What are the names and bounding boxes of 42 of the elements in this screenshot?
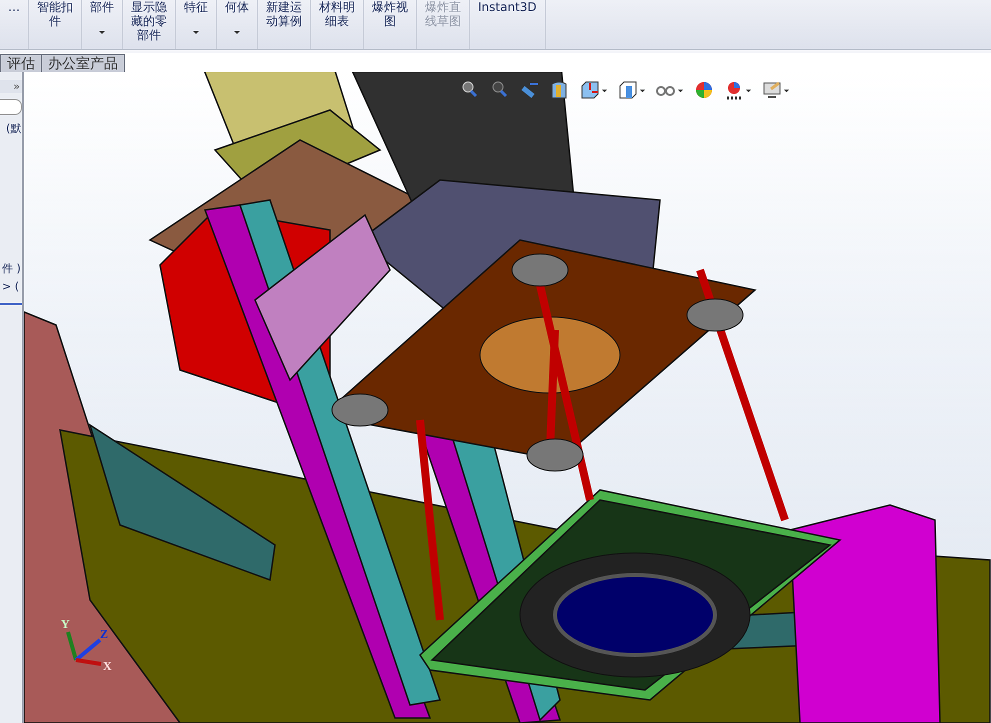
zoom-area-icon [490,80,510,100]
caret-icon [745,86,752,94]
tree-item[interactable]: > ( [2,280,22,293]
ribbon-button[interactable]: 材料明 细表 [311,0,364,49]
zoom-fit-icon [460,80,480,100]
axis-triad-icon [66,631,102,666]
display-style-icon [618,80,638,100]
collapse-button[interactable]: » [0,80,22,93]
view-tool-button[interactable] [762,80,790,100]
view-settings-icon [762,80,782,100]
orientation-icon [580,80,600,100]
caret-icon [233,28,241,36]
ribbon-button[interactable]: 新建运 动算例 [258,0,311,49]
caret-icon [783,86,790,94]
axis-label: X [103,659,112,673]
view-tool-button[interactable] [460,80,480,100]
axis-label: Y [61,617,70,631]
tree-item[interactable]: 件 ) [2,261,22,276]
view-tool-button[interactable] [724,80,752,100]
ribbon-button[interactable]: 特征 [176,0,217,49]
tab[interactable]: 办公室产品 [41,54,125,72]
axis-label: Z [100,627,108,641]
ribbon-button[interactable]: Instant3D [470,0,546,49]
tree-item[interactable]: (默 [6,121,22,136]
appearance-icon [694,80,714,100]
ribbon-button[interactable]: 显示隐 藏的零 部件 [123,0,176,49]
caret-icon [677,86,684,94]
ribbon-button[interactable]: 何体 [217,0,258,49]
filter-field[interactable] [0,99,22,115]
ribbon-button[interactable]: 爆炸视 图 [364,0,417,49]
caret-icon [601,86,608,94]
view-tool-button[interactable] [580,80,608,100]
caret-icon [639,86,646,94]
ribbon-button[interactable]: 智能扣 件 [29,0,82,49]
previous-view-icon [520,80,540,100]
view-tool-button[interactable] [618,80,646,100]
tab[interactable]: 评估 [0,54,42,72]
scene-icon [724,80,744,100]
ribbon-button[interactable]: 部件 [82,0,123,49]
caret-icon [98,28,106,36]
caret-icon [192,28,200,36]
ribbon-button[interactable]: … [0,0,29,49]
